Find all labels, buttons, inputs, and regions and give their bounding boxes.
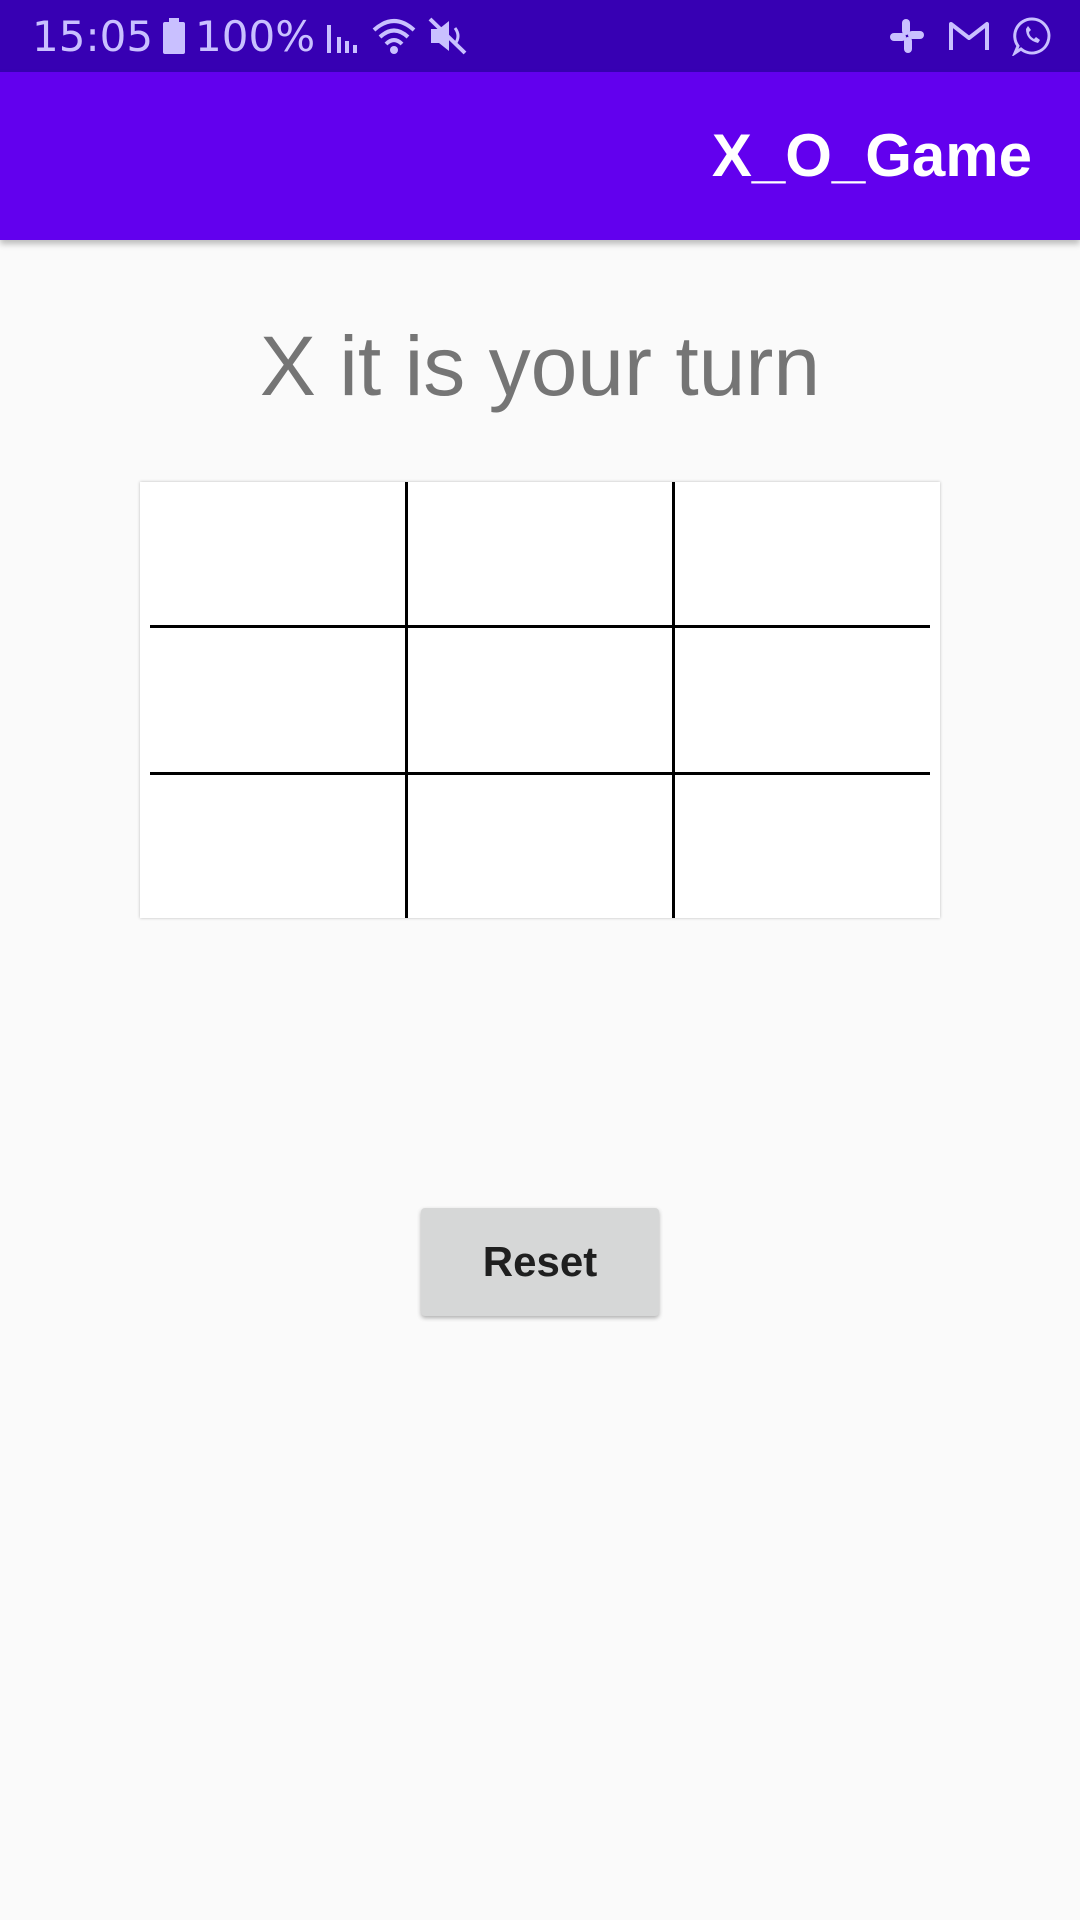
status-time: 15:05 xyxy=(32,11,154,61)
grid-line-vertical-1 xyxy=(405,482,408,918)
board-cell-2-0[interactable] xyxy=(140,774,405,918)
whatsapp-icon xyxy=(1012,16,1052,56)
status-right xyxy=(888,0,1052,72)
slack-icon xyxy=(888,17,926,55)
board-cell-2-1[interactable] xyxy=(407,774,672,918)
board-cell-1-2[interactable] xyxy=(674,628,940,772)
board-cell-1-1[interactable] xyxy=(407,628,672,772)
grid-line-horizontal-2 xyxy=(150,772,930,775)
status-bar: 15:05 100% xyxy=(0,0,1080,72)
board-cell-0-1[interactable] xyxy=(407,482,672,626)
mute-icon xyxy=(427,16,469,56)
game-board xyxy=(140,482,940,918)
signal-icon xyxy=(325,19,361,53)
grid-line-vertical-2 xyxy=(672,482,675,918)
battery-icon xyxy=(163,18,186,54)
turn-status-text: X it is your turn xyxy=(259,319,821,413)
board-cell-0-2[interactable] xyxy=(674,482,940,626)
wifi-icon xyxy=(371,16,417,56)
gmail-icon xyxy=(948,20,990,52)
battery-percent: 100% xyxy=(195,11,316,61)
board-cell-0-0[interactable] xyxy=(140,482,405,626)
reset-button[interactable]: Reset xyxy=(421,1208,659,1316)
grid-line-horizontal-1 xyxy=(150,625,930,628)
app-bar: X_O_Game xyxy=(0,72,1080,240)
board-cell-1-0[interactable] xyxy=(140,628,405,772)
app-title: X_O_Game xyxy=(711,122,1032,189)
board-cell-2-2[interactable] xyxy=(674,774,940,918)
status-left: 15:05 100% xyxy=(32,0,469,72)
